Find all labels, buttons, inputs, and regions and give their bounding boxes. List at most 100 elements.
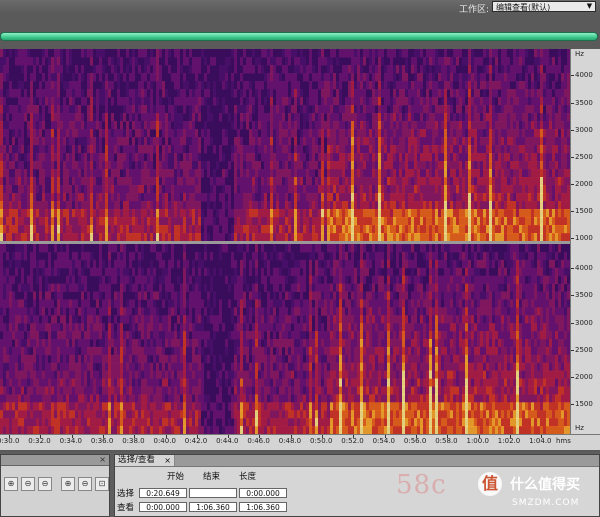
spectral-cell <box>513 65 516 74</box>
spectral-cell <box>123 129 126 138</box>
spectral-cell <box>153 315 156 324</box>
spectral-cell <box>324 97 327 106</box>
spectral-cell <box>282 169 285 178</box>
spectral-cell <box>429 161 432 170</box>
spectral-cell <box>426 193 429 202</box>
spectral-cell <box>318 161 321 170</box>
spectral-cell <box>66 217 69 226</box>
spectral-cell <box>72 81 75 90</box>
spectral-cell <box>18 339 21 348</box>
spectral-cell <box>549 137 552 146</box>
spectral-cell <box>540 145 543 154</box>
spectral-cell <box>6 370 9 380</box>
spectral-cell <box>225 65 228 74</box>
spectral-cell <box>315 89 318 98</box>
spectral-cell <box>561 185 564 194</box>
spectral-cell <box>357 81 360 90</box>
spectral-cell <box>327 209 330 218</box>
spectral-cell <box>309 217 312 226</box>
spectral-cell <box>18 283 21 292</box>
spectral-cell <box>39 201 42 210</box>
spectral-cell <box>87 145 90 154</box>
spectral-cell <box>483 225 486 234</box>
spectral-cell <box>330 121 333 130</box>
spectral-cell <box>276 105 279 114</box>
spectral-cell <box>147 283 150 292</box>
spectral-cell <box>528 129 531 138</box>
spectral-cell <box>27 209 30 218</box>
spectral-cell <box>195 65 198 74</box>
spectral-cell <box>99 57 102 66</box>
spectral-cell <box>141 275 144 285</box>
spectral-cell <box>138 378 141 387</box>
spectral-cell <box>210 209 213 218</box>
spectral-cell <box>177 121 180 130</box>
spectral-cell <box>513 161 516 170</box>
spectral-cell <box>45 362 48 372</box>
spectral-cell <box>303 209 306 218</box>
spectral-cell <box>36 129 39 138</box>
spectral-cell <box>198 137 201 146</box>
spectral-cell <box>6 201 9 210</box>
spectral-cell <box>27 153 30 162</box>
spectral-cell <box>237 129 240 138</box>
spectral-cell <box>111 426 114 434</box>
spectral-cell <box>228 193 231 202</box>
spectral-cell <box>141 283 144 292</box>
spectral-cell <box>402 161 405 170</box>
spectral-cell <box>108 370 111 380</box>
spectral-cell <box>72 137 75 146</box>
spectral-cell <box>66 251 69 261</box>
spectral-cell <box>84 251 87 261</box>
spectral-cell <box>273 193 276 202</box>
spectral-cell <box>30 105 33 114</box>
spectral-cell <box>156 315 159 324</box>
spectral-cell <box>84 177 87 186</box>
spectral-cell <box>135 89 138 98</box>
spectral-cell <box>498 137 501 146</box>
spectral-cell <box>510 185 513 194</box>
spectral-cell <box>456 185 459 194</box>
spectral-cell <box>399 81 402 90</box>
spectral-cell <box>348 201 351 210</box>
spectral-cell <box>132 169 135 178</box>
spectral-cell <box>303 65 306 74</box>
spectral-cell <box>75 185 78 194</box>
spectral-cell <box>426 57 429 66</box>
spectral-cell <box>42 386 45 395</box>
spectral-cell <box>66 426 69 434</box>
spectral-cell <box>492 161 495 170</box>
spectral-cell <box>45 386 48 395</box>
spectral-cell <box>153 418 156 427</box>
spectral-cell <box>132 418 135 427</box>
spectral-cell <box>375 129 378 138</box>
spectral-cell <box>99 259 102 269</box>
spectral-cell <box>516 225 519 234</box>
spectral-cell <box>138 418 141 427</box>
spectral-cell <box>414 193 417 202</box>
spectral-cell <box>384 209 387 218</box>
spectral-cell <box>492 145 495 154</box>
spectral-cell <box>390 185 393 194</box>
spectral-cell <box>330 145 333 154</box>
spectral-cell <box>234 121 237 130</box>
spectral-cell <box>60 49 63 58</box>
spectral-cell <box>30 251 33 261</box>
spectral-cell <box>384 185 387 194</box>
spectral-cell <box>531 177 534 186</box>
spectral-cell <box>414 73 417 82</box>
spectral-cell <box>477 185 480 194</box>
spectral-cell <box>99 307 102 316</box>
spectral-cell <box>144 65 147 74</box>
workspace-dropdown[interactable]: 编辑查看(默认) ▼ <box>492 1 596 12</box>
spectral-cell <box>42 185 45 194</box>
spectral-cell <box>57 346 60 356</box>
spectral-cell <box>402 185 405 194</box>
spectral-cell <box>51 137 54 146</box>
spectral-cell <box>93 113 96 122</box>
spectral-cell <box>558 217 561 226</box>
spectral-cell <box>495 113 498 122</box>
spectral-cell <box>219 153 222 162</box>
spectral-cell <box>150 339 153 348</box>
spectral-cell <box>351 81 354 90</box>
